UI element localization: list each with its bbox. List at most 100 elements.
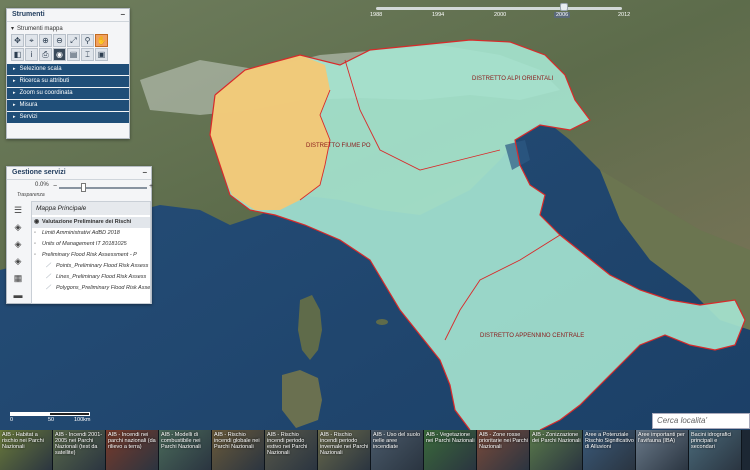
layer-group-row[interactable]: ◉ Valutazione Preliminare dei Rischi [32, 217, 150, 228]
zoom-out-icon[interactable]: ⊖ [53, 34, 66, 47]
thumbnail-label: Bacini idrografici principali e secondar… [691, 432, 732, 450]
timeline-track[interactable] [376, 7, 622, 10]
layer-row[interactable]: ⟋ Lines_Preliminary Flood Risk Assess [32, 272, 150, 283]
layer-row[interactable]: ◦ Units of Management IT 20181025 [32, 239, 150, 250]
layer-thumbnail[interactable]: AIB - Zonizzazione dei Parchi Nazionali [530, 430, 583, 470]
expand-arrow-icon: ▸ [13, 90, 16, 96]
layer-thumbnail[interactable]: AIB - Uso del suolo nelle aree incendiat… [371, 430, 424, 470]
transparency-decrease-button[interactable]: − [53, 183, 57, 190]
thumbnail-label: AIB - Zonizzazione dei Parchi Nazionali [532, 432, 581, 444]
transparency-increase-button[interactable]: + [149, 183, 153, 190]
menu-item-servizi[interactable]: ▸ Servizi [7, 112, 129, 123]
menu-item-zoom-su-coordinata[interactable]: ▸ Zoom su coordinata [7, 88, 129, 99]
thumbnail-label: AIB - Modelli di combustibile nei Parchi… [161, 432, 201, 450]
layers-tool-icon[interactable]: ▤ [67, 48, 80, 61]
list-icon[interactable]: ☰ [11, 203, 25, 217]
layer-label: Preliminary Flood Risk Assessment - P [42, 252, 137, 258]
identify-icon[interactable]: ⌖ [25, 34, 38, 47]
gestione-servizi-panel: Gestione servizi − 0.0% Trasparenza − + … [6, 166, 153, 305]
layer-label: Lines_Preliminary Flood Risk Assess [56, 274, 147, 280]
toolbar-header[interactable]: ▾ Strumenti mappa [11, 25, 125, 33]
district-label-appennino-centrale: DISTRETTO APPENNINO CENTRALE [480, 333, 584, 339]
thumbnail-label: AIB - Rischio incendi globale nei Parchi… [214, 432, 260, 450]
minimize-icon[interactable]: − [142, 168, 147, 177]
menu-item-selezione-scala[interactable]: ▸ Selezione scala [7, 64, 129, 75]
previous-extent-icon[interactable]: ◧ [11, 48, 24, 61]
timeline-year-2012[interactable]: 2012 [616, 12, 632, 18]
thumbnail-label: AIB - Incendi 2001-2005 nei Parchi Nazio… [55, 432, 103, 456]
measure-tool-icon[interactable]: ⌶ [81, 48, 94, 61]
bookmark-icon[interactable]: ▣ [95, 48, 108, 61]
zoom-extent-icon[interactable]: ⤢ [67, 34, 80, 47]
thumbnail-label: Aree importanti per l'avifauna (IBA) [638, 432, 685, 444]
visibility-eye-icon[interactable]: ◦ [34, 228, 42, 239]
feature-type-icon[interactable]: ⟋ [46, 261, 56, 272]
layer-thumbnail[interactable]: Bacini idrografici principali e secondar… [689, 430, 742, 470]
layer-thumbnail[interactable]: Aree importanti per l'avifauna (IBA) [636, 430, 689, 470]
layers-stack-icon[interactable]: ◈ [11, 237, 25, 251]
magnify-icon[interactable]: ⚲ [81, 34, 94, 47]
feature-type-icon[interactable]: ⟋ [46, 272, 56, 283]
timeline-knob[interactable] [560, 3, 568, 11]
layer-thumbnail[interactable]: AIB - Habitat a rischio nei Parchi Nazio… [0, 430, 53, 470]
layer-label: Valutazione Preliminare dei Rischi [42, 219, 132, 225]
layer-label: Units of Management IT 20181025 [42, 241, 127, 247]
visibility-eye-icon[interactable]: ◉ [34, 217, 42, 228]
print-icon[interactable]: ⎙ [39, 48, 52, 61]
layer-thumbnail-strip: AIB - Habitat a rischio nei Parchi Nazio… [0, 430, 750, 470]
layer-thumbnail[interactable]: Aree a Potenziale Rischio Significativo … [583, 430, 636, 470]
expand-arrow-icon: ▸ [13, 66, 16, 72]
calendar-icon[interactable]: ▦ [11, 271, 25, 285]
folder-icon[interactable]: ▬ [11, 288, 25, 302]
layer-thumbnail[interactable]: AIB - Rischio incendi periodo estivo nei… [265, 430, 318, 470]
info-icon[interactable]: i [25, 48, 38, 61]
timeline-year-2006[interactable]: 2006 [554, 12, 571, 18]
timeline-year-2000[interactable]: 2000 [492, 12, 508, 18]
timeline-year-1988[interactable]: 1988 [368, 12, 384, 18]
layer-thumbnail[interactable]: AIB - Incendi 2001-2005 nei Parchi Nazio… [53, 430, 106, 470]
visibility-eye-icon[interactable]: ◦ [34, 239, 42, 250]
strumenti-panel: Strumenti − ▾ Strumenti mappa ✥ ⌖ ⊕ ⊖ ⤢ ⚲ ✋ ◧ i ⎙… [6, 8, 130, 139]
collapse-triangle-icon: ▾ [11, 26, 15, 32]
strumenti-title: Strumenti [12, 11, 45, 18]
menu-item-label: Misura [19, 102, 38, 108]
pan-icon[interactable]: ✥ [11, 34, 24, 47]
minimize-icon[interactable]: − [120, 10, 125, 19]
scale-bar: 0 50 100km [10, 412, 120, 426]
thumbnail-label: AIB - Zone rosse prioritarie nei Parchi … [479, 432, 528, 450]
transparency-value: 0.0% [35, 182, 49, 188]
transparency-slider-knob[interactable] [81, 183, 86, 192]
hand-icon[interactable]: ✋ [95, 34, 108, 47]
visibility-eye-icon[interactable]: ◦ [34, 250, 42, 261]
scale-bar-graphic [10, 412, 90, 416]
transparency-label: Trasparenza [17, 192, 45, 198]
zoom-in-icon[interactable]: ⊕ [39, 34, 52, 47]
expand-arrow-icon: ▸ [13, 78, 16, 84]
layer-thumbnail[interactable]: AIB - Incendi nei parchi nazionali (da r… [106, 430, 159, 470]
layer-row[interactable]: ⟋ Points_Preliminary Flood Risk Assess [32, 261, 150, 272]
layers-alt-icon[interactable]: ◈ [11, 254, 25, 268]
thumbnail-label: AIB - Uso del suolo nelle aree incendiat… [373, 432, 421, 450]
layer-thumbnail[interactable]: AIB - Rischio incendi periodo invernale … [318, 430, 371, 470]
layer-row[interactable]: ⟋ Polygons_Preliminary Flood Risk Asses [32, 283, 150, 294]
globe-icon[interactable]: ◉ [53, 48, 66, 61]
location-search-input[interactable]: Cerca localita' [652, 413, 750, 429]
servizi-title: Gestione servizi [12, 169, 66, 176]
layer-row[interactable]: ◦ Limiti Amministrativi AdBD 2018 [32, 228, 150, 239]
timeline-slider[interactable]: 1988 1994 2000 2006 2012 [364, 0, 634, 22]
feature-type-icon[interactable]: ⟋ [46, 283, 56, 294]
transparency-slider-track[interactable] [59, 187, 147, 189]
servizi-side-icons: ☰ ◈ ◈ ◈ ▦ ▬ [9, 201, 29, 305]
layer-thumbnail[interactable]: AIB - Zone rosse prioritarie nei Parchi … [477, 430, 530, 470]
layer-thumbnail[interactable]: AIB - Vegetazione nei Parchi Nazionali [424, 430, 477, 470]
layer-thumbnail[interactable]: AIB - Rischio incendi globale nei Parchi… [212, 430, 265, 470]
thumbnail-label: AIB - Incendi nei parchi nazionali (da r… [108, 432, 156, 450]
menu-item-label: Ricerca su attributi [19, 78, 70, 84]
timeline-year-1994[interactable]: 1994 [430, 12, 446, 18]
menu-item-misura[interactable]: ▸ Misura [7, 100, 129, 111]
layers-icon[interactable]: ◈ [11, 220, 25, 234]
menu-item-ricerca-su-attributi[interactable]: ▸ Ricerca su attributi [7, 76, 129, 87]
layer-row[interactable]: ◦ Preliminary Flood Risk Assessment - P [32, 250, 150, 261]
layer-label: Limiti Amministrativi AdBD 2018 [42, 230, 120, 236]
layer-thumbnail[interactable]: AIB - Modelli di combustibile nei Parchi… [159, 430, 212, 470]
